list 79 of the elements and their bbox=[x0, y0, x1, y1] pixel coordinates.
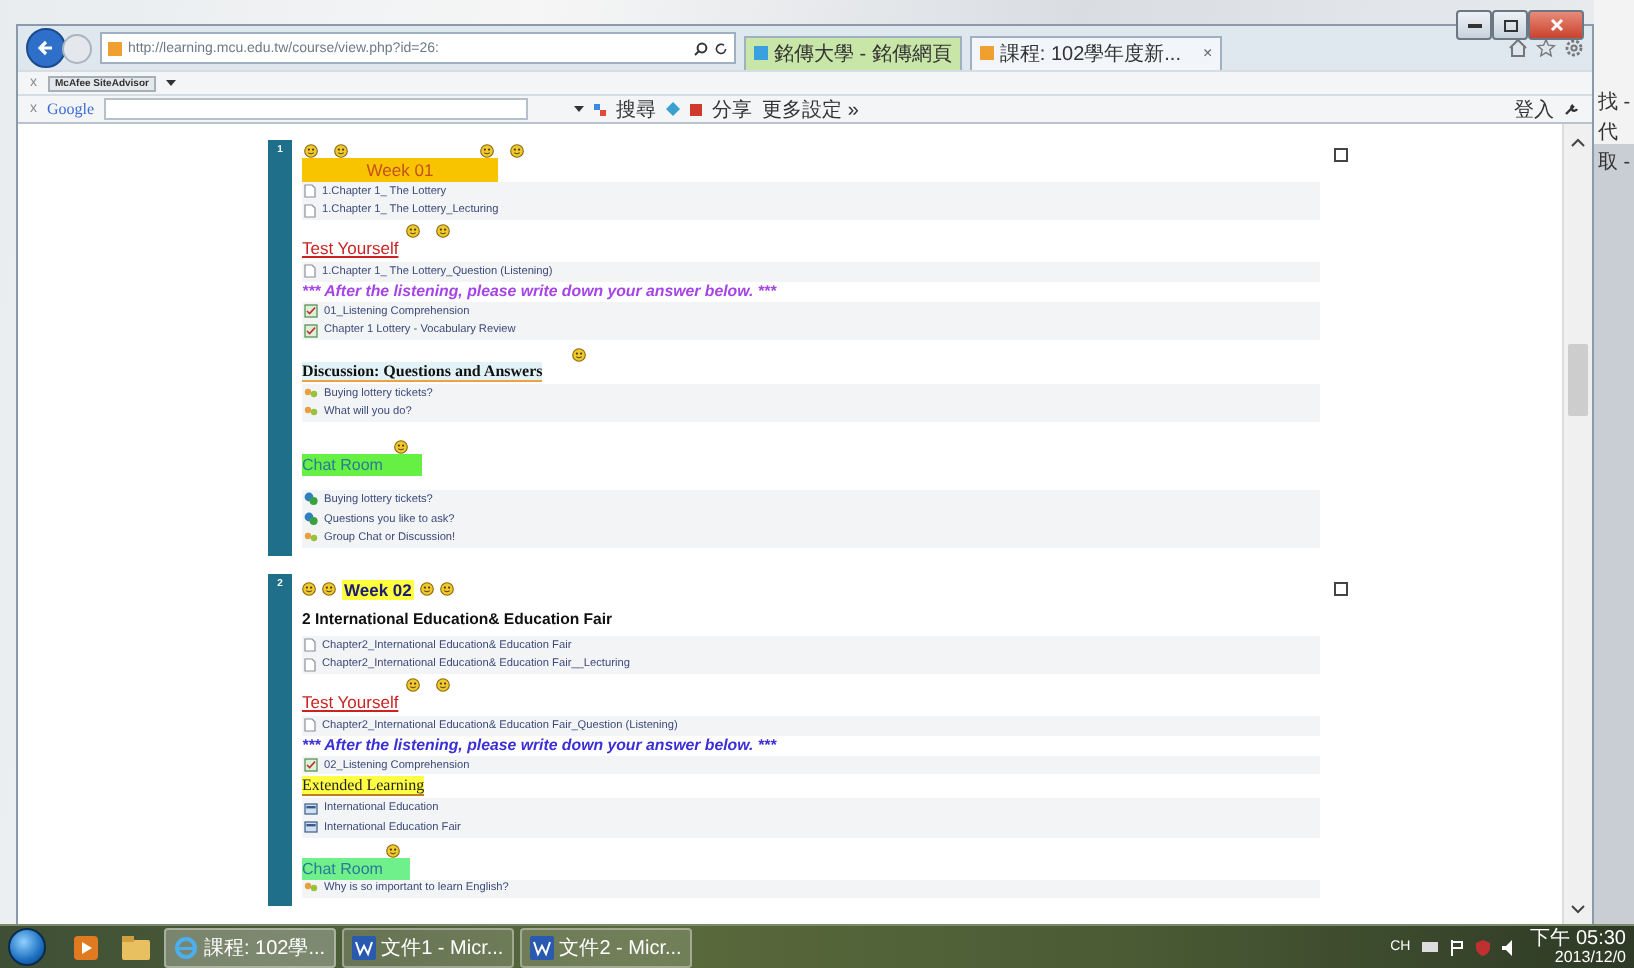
clock-date[interactable]: 2013/12/0 bbox=[1554, 949, 1626, 965]
google-logo: Google bbox=[47, 100, 95, 118]
clock-time[interactable]: 下午 05:30 bbox=[1530, 929, 1626, 949]
square-icon[interactable] bbox=[1333, 148, 1347, 162]
keyboard-icon[interactable] bbox=[1422, 942, 1439, 952]
settings-icon[interactable] bbox=[1564, 38, 1584, 58]
smiley-icon bbox=[406, 678, 420, 693]
star-icon[interactable] bbox=[1536, 38, 1556, 58]
chat-room-heading: Chat Room bbox=[302, 857, 410, 879]
checklist-icon bbox=[304, 323, 318, 338]
people-icon bbox=[304, 882, 318, 895]
document-icon bbox=[304, 718, 316, 733]
taskbar-button[interactable]: 文件2 - Micr... bbox=[519, 927, 692, 967]
flag-icon[interactable] bbox=[1450, 939, 1465, 955]
site-icon bbox=[108, 41, 122, 55]
document-app-icon[interactable] bbox=[529, 935, 554, 959]
smiley-icon bbox=[386, 843, 400, 857]
checklist-icon bbox=[304, 304, 318, 319]
smiley-icon bbox=[406, 224, 420, 239]
week-heading: Week 01 bbox=[302, 158, 498, 182]
back-arrow-icon[interactable] bbox=[36, 38, 56, 58]
smiley-icon bbox=[304, 144, 318, 158]
more-settings-button[interactable]: 更多設定 » bbox=[762, 95, 859, 123]
wrench-icon[interactable] bbox=[1564, 102, 1580, 116]
close-icon[interactable] bbox=[1549, 18, 1563, 32]
ribbon-label: 取 - bbox=[1598, 150, 1633, 176]
diamond-icon[interactable] bbox=[666, 102, 681, 116]
smiley-icon bbox=[436, 224, 450, 239]
scrollbar[interactable] bbox=[1562, 124, 1592, 924]
smiley-icon bbox=[334, 144, 348, 158]
start-button[interactable] bbox=[8, 928, 46, 966]
refresh-icon[interactable] bbox=[714, 41, 728, 55]
document-app-icon[interactable] bbox=[351, 935, 376, 959]
document-icon bbox=[304, 264, 316, 279]
week-heading: Week 02 bbox=[342, 579, 414, 600]
colored-squares-icon[interactable] bbox=[594, 103, 607, 115]
close-button[interactable] bbox=[1528, 10, 1584, 40]
checklist-icon bbox=[304, 758, 318, 773]
minimize-button[interactable] bbox=[1456, 10, 1492, 40]
square-icon[interactable] bbox=[1333, 581, 1347, 596]
share-button[interactable]: 分享 bbox=[712, 95, 753, 123]
search-field[interactable] bbox=[104, 98, 529, 120]
smiley-icon bbox=[322, 582, 336, 597]
site-icon bbox=[754, 46, 768, 60]
home-icon[interactable] bbox=[1508, 38, 1528, 58]
caret-icon[interactable] bbox=[166, 80, 177, 86]
smiley-icon bbox=[439, 582, 454, 597]
people-icon bbox=[304, 532, 318, 545]
browser-tab[interactable]: 銘傳大學 - 銘傳網頁 bbox=[744, 35, 962, 69]
maximize-button[interactable] bbox=[1492, 10, 1528, 40]
sign-in-button[interactable]: 登入 bbox=[1514, 95, 1554, 123]
maximize-icon[interactable] bbox=[1503, 19, 1517, 31]
share-icon[interactable] bbox=[690, 103, 703, 115]
extended-learning-heading: Extended Learning bbox=[302, 776, 425, 797]
search-icon[interactable] bbox=[694, 41, 708, 55]
scroll-thumb[interactable] bbox=[1568, 344, 1588, 416]
back-button[interactable] bbox=[26, 28, 66, 68]
test-yourself-heading: Test Yourself bbox=[302, 692, 399, 713]
smiley-icon bbox=[480, 144, 494, 158]
ribbon-label: 找 - bbox=[1598, 89, 1633, 116]
ribbon-label: 代 bbox=[1598, 120, 1620, 146]
caret-icon[interactable] bbox=[574, 106, 585, 112]
test-yourself-heading: Test Yourself bbox=[302, 238, 399, 259]
search-button[interactable]: 搜尋 bbox=[616, 95, 657, 123]
chat-room-heading: Chat Room bbox=[302, 454, 422, 477]
smiley-icon bbox=[394, 440, 408, 455]
smiley-icon bbox=[419, 582, 434, 597]
site-icon bbox=[979, 46, 994, 60]
discussion-heading: Discussion: Questions and Answers bbox=[302, 361, 543, 382]
scroll-down-icon[interactable] bbox=[1570, 904, 1586, 916]
smiley-icon bbox=[302, 582, 316, 597]
browser-tab[interactable]: 課程: 102學年度新... × bbox=[969, 35, 1223, 69]
taskbar-button[interactable]: 課程: 102學... bbox=[164, 927, 336, 967]
taskbar-button[interactable]: 文件1 - Micr... bbox=[341, 927, 514, 967]
smiley-icon bbox=[436, 678, 450, 693]
smiley-icon bbox=[572, 347, 586, 362]
smiley-icon bbox=[510, 144, 524, 158]
minimize-icon[interactable] bbox=[1467, 23, 1481, 27]
scroll-up-icon[interactable] bbox=[1570, 136, 1586, 148]
